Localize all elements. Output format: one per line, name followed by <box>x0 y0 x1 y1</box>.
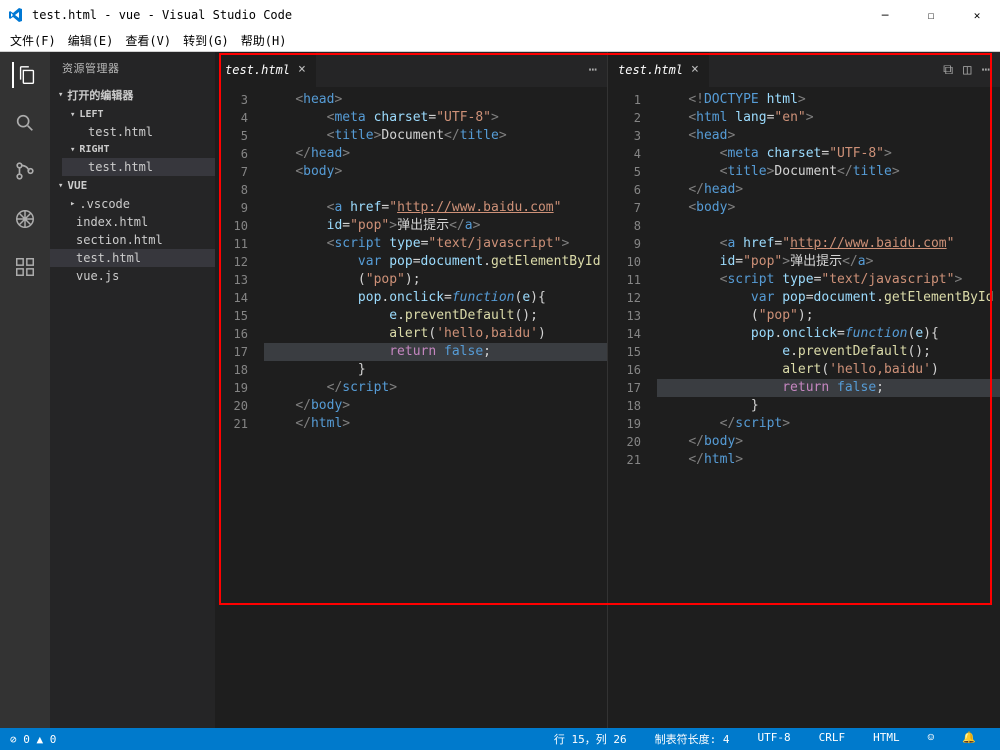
file-section-html[interactable]: section.html <box>50 231 215 249</box>
editor-group-left[interactable]: LEFT <box>62 106 215 123</box>
status-feedback-icon[interactable]: ☺ <box>928 731 935 747</box>
split-editor-icon[interactable]: ◫ <box>963 62 971 78</box>
minimize-button[interactable]: ─ <box>870 9 900 22</box>
file-test-html[interactable]: test.html <box>50 249 215 267</box>
tab-right[interactable]: test.html × <box>608 52 709 87</box>
editor-area: test.html × ⋯ 34567891011121314151617181… <box>215 52 1000 728</box>
code-left[interactable]: <head> <meta charset="UTF-8"> <title>Doc… <box>260 87 607 728</box>
tab-left-close-icon[interactable]: × <box>298 62 306 77</box>
menu-help[interactable]: 帮助(H) <box>241 32 287 49</box>
explorer-sidebar: 资源管理器 打开的编辑器 LEFT test.html RIGHT test.h… <box>50 52 215 728</box>
file-index-html[interactable]: index.html <box>50 213 215 231</box>
tab-bar-right: test.html × ⧉ ◫ ⋯ <box>608 52 1000 87</box>
extensions-icon[interactable] <box>12 254 38 280</box>
vscode-icon <box>8 7 24 23</box>
open-editors-header[interactable]: 打开的编辑器 <box>50 84 215 106</box>
status-encoding[interactable]: UTF-8 <box>758 731 791 747</box>
editor-group-right[interactable]: RIGHT <box>62 141 215 158</box>
status-tabsize[interactable]: 制表符长度: 4 <box>655 731 730 747</box>
status-language[interactable]: HTML <box>873 731 900 747</box>
search-icon[interactable] <box>12 110 38 136</box>
gutter-right: 123456789101112131415161718192021 <box>608 87 653 728</box>
code-right[interactable]: <!DOCTYPE html> <html lang="en"> <head> … <box>653 87 1000 728</box>
debug-icon[interactable] <box>12 206 38 232</box>
window-title: test.html - vue - Visual Studio Code <box>32 8 870 22</box>
menu-go[interactable]: 转到(G) <box>183 32 229 49</box>
tab-right-close-icon[interactable]: × <box>691 62 699 77</box>
file-vue-js[interactable]: vue.js <box>50 267 215 285</box>
tab-bar-left: test.html × ⋯ <box>215 52 607 87</box>
editor-pane-left: test.html × ⋯ 34567891011121314151617181… <box>215 52 607 728</box>
status-bell-icon[interactable]: 🔔 <box>962 731 976 747</box>
status-eol[interactable]: CRLF <box>819 731 846 747</box>
activity-bar <box>0 52 50 728</box>
tab-left[interactable]: test.html × <box>215 52 316 87</box>
source-control-icon[interactable] <box>12 158 38 184</box>
more-actions-icon[interactable]: ⋯ <box>589 62 597 78</box>
status-bar: ⊘ 0 ▲ 0 行 15，列 26 制表符长度: 4 UTF-8 CRLF HT… <box>0 728 1000 750</box>
file-vscode-folder[interactable]: .vscode <box>50 195 215 213</box>
menu-bar: 文件(F) 编辑(E) 查看(V) 转到(G) 帮助(H) <box>0 30 1000 52</box>
maximize-button[interactable]: ☐ <box>916 9 946 22</box>
editor-left-code[interactable]: 3456789101112131415161718192021 <head> <… <box>215 87 607 728</box>
title-bar: test.html - vue - Visual Studio Code ─ ☐… <box>0 0 1000 30</box>
menu-file[interactable]: 文件(F) <box>10 32 56 49</box>
tab-right-label: test.html <box>618 63 683 77</box>
open-editor-right[interactable]: test.html <box>62 158 215 176</box>
editor-pane-right: test.html × ⧉ ◫ ⋯ 1234567891011121314151… <box>607 52 1000 728</box>
status-position[interactable]: 行 15，列 26 <box>554 731 627 747</box>
compare-icon[interactable]: ⧉ <box>943 62 953 78</box>
gutter-left: 3456789101112131415161718192021 <box>215 87 260 728</box>
status-errors[interactable]: ⊘ 0 ▲ 0 <box>10 733 56 746</box>
open-editor-left[interactable]: test.html <box>62 123 215 141</box>
explorer-title: 资源管理器 <box>50 52 215 84</box>
menu-edit[interactable]: 编辑(E) <box>68 32 114 49</box>
editor-right-code[interactable]: 123456789101112131415161718192021 <!DOCT… <box>608 87 1000 728</box>
more-actions-right-icon[interactable]: ⋯ <box>982 62 990 78</box>
explorer-icon[interactable] <box>12 62 38 88</box>
menu-view[interactable]: 查看(V) <box>125 32 171 49</box>
close-button[interactable]: ✕ <box>962 9 992 22</box>
tab-left-label: test.html <box>225 63 290 77</box>
project-header[interactable]: VUE <box>50 176 215 195</box>
